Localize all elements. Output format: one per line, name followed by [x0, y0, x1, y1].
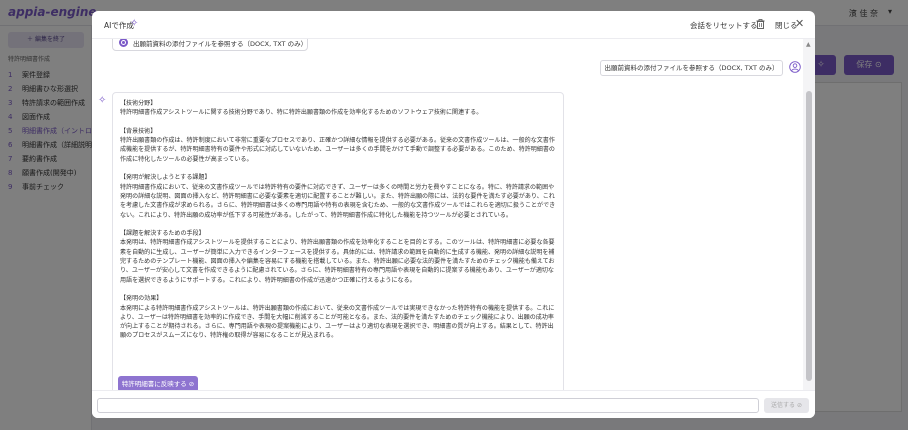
user-avatar-icon: [789, 61, 801, 73]
close-icon[interactable]: ✕: [795, 18, 804, 29]
sparkle-icon: ✧: [130, 18, 139, 29]
trash-icon[interactable]: [756, 19, 765, 29]
send-button[interactable]: 送信する ⊘: [764, 398, 809, 413]
attachment-option-label: 出願前資料の添付ファイルを参照する（DOCX, TXT のみ）: [133, 40, 308, 48]
scrollbar-thumb[interactable]: [806, 91, 812, 381]
attachment-option[interactable]: 出願前資料の添付ファイルを参照する（DOCX, TXT のみ）: [112, 39, 308, 51]
ai-response: 【技術分野】 特許明細書作成アシストツールに関する技術分野であり、特に特許出願書…: [112, 92, 564, 390]
scrollbar[interactable]: ▲: [803, 39, 815, 390]
reset-conversation-button[interactable]: 会話をリセットする: [690, 20, 758, 31]
ai-sparkle-icon: ✧: [98, 95, 107, 106]
modal-header: AIで作成 ✧ 会話をリセットする 閉じる ✕: [92, 11, 815, 39]
ai-response-text: 【技術分野】 特許明細書作成アシストツールに関する技術分野であり、特に特許出願書…: [120, 100, 556, 340]
user-message: 出願前資料の添付ファイルを参照する（DOCX, TXT のみ）: [600, 60, 783, 76]
scroll-up-icon[interactable]: ▲: [806, 41, 811, 48]
modal-footer: 送信する ⊘: [92, 390, 815, 418]
chat-input[interactable]: [97, 398, 759, 413]
reflect-to-specification-button[interactable]: 特許明細書に反映する ⊘: [118, 376, 198, 390]
chat-area: 出願前資料の添付ファイルを参照する（DOCX, TXT のみ） 出願前資料の添付…: [92, 39, 803, 390]
radio-selected[interactable]: [119, 39, 128, 47]
ai-create-modal: AIで作成 ✧ 会話をリセットする 閉じる ✕ 出願前資料の添付ファイルを参照す…: [92, 11, 815, 418]
